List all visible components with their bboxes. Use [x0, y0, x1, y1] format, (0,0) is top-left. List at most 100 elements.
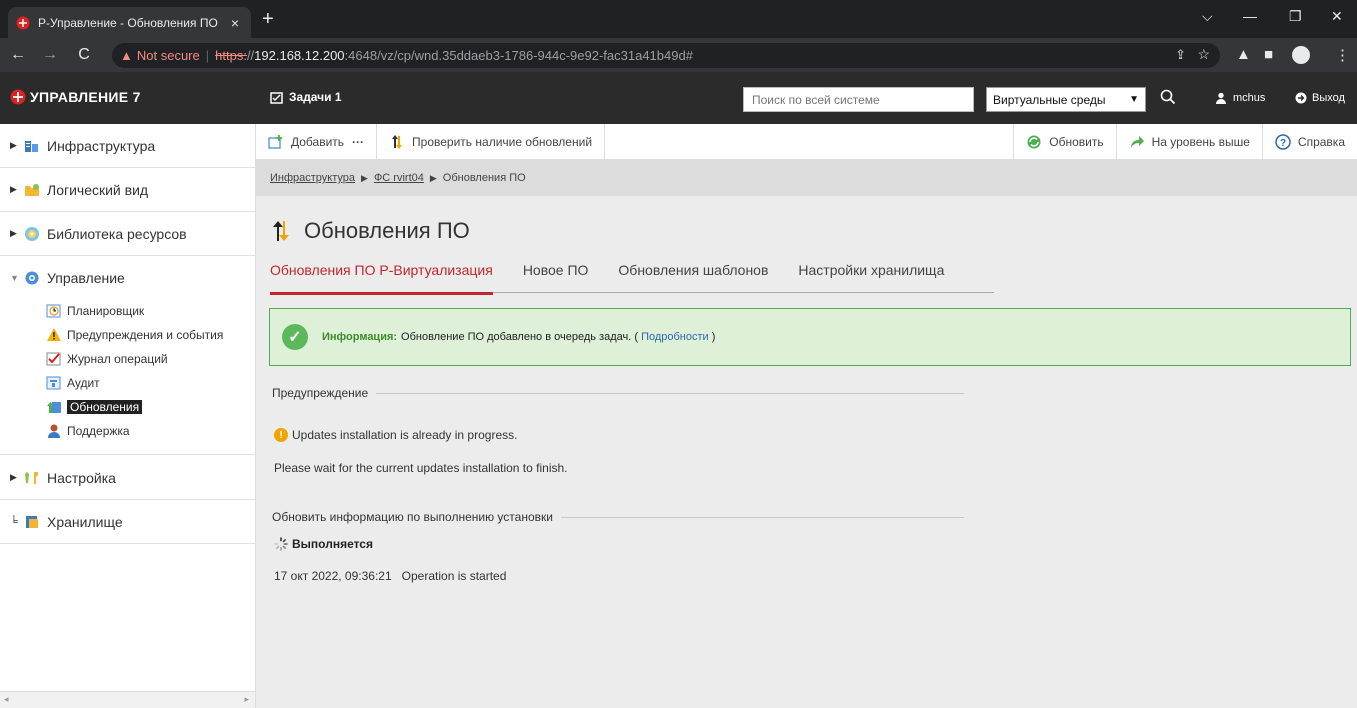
sidebar-label-updates: Обновления: [67, 400, 143, 414]
tab-storage-settings[interactable]: Настройки хранилища: [798, 262, 944, 293]
expand-arrow-icon[interactable]: ▶: [10, 184, 24, 195]
refresh-fieldset-legend: Обновить информацию по выполнению устано…: [272, 510, 964, 524]
lab-icon[interactable]: ▲: [1236, 46, 1251, 63]
main-content: Обновления ПО Обновления ПО Р-Виртуализа…: [256, 196, 1357, 708]
sidebar-item-scheduler[interactable]: Планировщик: [0, 299, 255, 323]
add-button[interactable]: Добавить ···: [256, 124, 378, 159]
breadcrumb-link-node[interactable]: ФС rvirt04: [374, 172, 424, 184]
help-button[interactable]: ? Справка: [1263, 124, 1357, 159]
browser-toolbar: ← → C ▲ Not secure | https://192.168.12.…: [0, 38, 1357, 72]
favicon-icon: [16, 16, 30, 30]
expand-arrow-icon[interactable]: ▶: [10, 472, 24, 483]
sidebar-section-logical[interactable]: ▶ Логический вид: [0, 168, 255, 212]
details-link[interactable]: Подробности: [641, 331, 709, 343]
running-status: Выполняется: [274, 537, 373, 551]
tab-r-virt-updates[interactable]: Обновления ПО Р-Виртуализация: [270, 262, 493, 295]
logout-button[interactable]: Выход: [1295, 92, 1345, 104]
running-label: Выполняется: [292, 537, 373, 551]
sidebar-item-audit[interactable]: Аудит: [0, 371, 255, 395]
exclamation-icon: !: [274, 428, 288, 442]
user-button[interactable]: mchus: [1215, 92, 1265, 104]
sidebar-section-settings[interactable]: ▶ Настройка: [0, 456, 255, 500]
sidebar-item-updates[interactable]: Обновления: [0, 395, 255, 419]
global-search-input[interactable]: [743, 87, 974, 112]
scroll-left-icon[interactable]: ◂: [4, 694, 9, 705]
add-icon: [268, 134, 284, 150]
breadcrumb-link-infra[interactable]: Инфраструктура: [270, 172, 355, 184]
sidebar-section-library[interactable]: ▶ Библиотека ресурсов: [0, 212, 255, 256]
forward-icon[interactable]: →: [40, 46, 60, 64]
browser-tab[interactable]: Р-Управление - Обновления ПО ×: [8, 7, 251, 38]
library-disc-icon: [24, 226, 40, 242]
app-logo[interactable]: УПРАВЛЕНИЕ 7: [10, 89, 141, 105]
restore-icon[interactable]: ❐: [1289, 8, 1302, 25]
tab-search-icon[interactable]: ⌵: [1202, 8, 1213, 25]
success-check-icon: ✓: [282, 324, 308, 350]
tab-new-software[interactable]: Новое ПО: [523, 262, 589, 293]
level-up-label: На уровень выше: [1151, 134, 1250, 149]
tasks-button[interactable]: Задачи 1: [270, 90, 342, 104]
management-gear-icon: [24, 270, 40, 286]
check-updates-button[interactable]: Проверить наличие обновлений: [377, 124, 606, 159]
sidepanel-icon[interactable]: ■: [1264, 46, 1273, 63]
profile-avatar-icon[interactable]: [1292, 46, 1310, 64]
scroll-right-icon[interactable]: ▸: [244, 694, 249, 705]
info-text: Обновление ПО добавлено в очередь задач.…: [401, 331, 638, 343]
bookmark-star-icon[interactable]: ☆: [1197, 46, 1210, 63]
app-header: УПРАВЛЕНИЕ 7 Задачи 1 Виртуальные среды …: [0, 72, 1357, 124]
collapse-arrow-icon[interactable]: ▼: [10, 273, 24, 283]
page-title: Обновления ПО: [270, 218, 470, 244]
logout-label: Выход: [1312, 92, 1345, 104]
expand-mark-icon[interactable]: ╘: [10, 516, 24, 528]
sidebar-label-infra: Инфраструктура: [47, 137, 156, 154]
page-tabs: Обновления ПО Р-Виртуализация Новое ПО О…: [270, 262, 994, 295]
warning-fieldset-legend: Предупреждение: [272, 386, 964, 400]
sidebar-label-support: Поддержка: [67, 424, 130, 438]
check-updates-icon: [389, 134, 405, 150]
warning-triangle-icon: [46, 327, 62, 343]
tab-template-updates[interactable]: Обновления шаблонов: [618, 262, 768, 293]
close-window-icon[interactable]: ✕: [1331, 8, 1343, 25]
spinner-icon: [274, 537, 288, 551]
level-up-button[interactable]: На уровень выше: [1117, 124, 1263, 159]
search-icon[interactable]: [1160, 89, 1176, 105]
legend-divider: [560, 516, 964, 518]
toolbar-spacer: [605, 124, 1015, 159]
sidebar: ▶ Инфраструктура ▶ Логический вид ▶ Библ…: [0, 124, 256, 708]
minimize-icon[interactable]: —: [1243, 8, 1257, 24]
sidebar-label-scheduler: Планировщик: [67, 304, 145, 318]
refresh-button[interactable]: Обновить: [1014, 124, 1117, 159]
sidebar-section-infra[interactable]: ▶ Инфраструктура: [0, 124, 255, 168]
svg-text:?: ?: [1280, 138, 1286, 149]
sidebar-item-alerts[interactable]: Предупреждения и события: [0, 323, 255, 347]
not-secure-label: Not secure: [136, 48, 200, 63]
back-icon[interactable]: ←: [8, 46, 28, 64]
sidebar-item-support[interactable]: Поддержка: [0, 419, 255, 443]
tab-close-icon[interactable]: ×: [227, 15, 243, 31]
help-label: Справка: [1297, 134, 1345, 149]
new-tab-button[interactable]: +: [262, 9, 274, 29]
address-bar[interactable]: ▲ Not secure | https://192.168.12.200:46…: [112, 43, 1220, 68]
sidebar-section-storage[interactable]: ╘ Хранилище: [0, 500, 255, 544]
reload-icon[interactable]: C: [74, 46, 94, 64]
sidebar-label-library: Библиотека ресурсов: [47, 225, 187, 242]
expand-arrow-icon[interactable]: ▶: [10, 228, 24, 239]
sidebar-hscrollbar[interactable]: ◂ ▸: [0, 691, 255, 708]
sidebar-item-journal[interactable]: Журнал операций: [0, 347, 255, 371]
url-path: :4648/vz/cp/wnd.35ddaeb3-1786-944c-9e92-…: [344, 48, 693, 63]
support-person-icon: [46, 423, 62, 439]
share-icon[interactable]: ⇪: [1175, 47, 1186, 63]
sidebar-section-management[interactable]: ▼ Управление Планировщик Предупреждения …: [0, 256, 255, 455]
legend-divider: [376, 392, 964, 394]
expand-arrow-icon[interactable]: ▶: [10, 140, 24, 151]
url-host: 192.168.12.200: [254, 48, 345, 63]
info-banner: ✓ Информация: Обновление ПО добавлено в …: [269, 308, 1351, 366]
settings-tools-icon: [24, 470, 40, 486]
more-actions-button[interactable]: ···: [352, 135, 364, 149]
updates-icon: [46, 399, 62, 415]
env-select[interactable]: Виртуальные среды ▼: [986, 87, 1146, 112]
updates-title-icon: [270, 219, 292, 243]
menu-kebab-icon[interactable]: ⋮: [1335, 46, 1350, 64]
breadcrumb-separator-icon: ▶: [361, 172, 368, 183]
info-text-end: ): [711, 331, 716, 343]
